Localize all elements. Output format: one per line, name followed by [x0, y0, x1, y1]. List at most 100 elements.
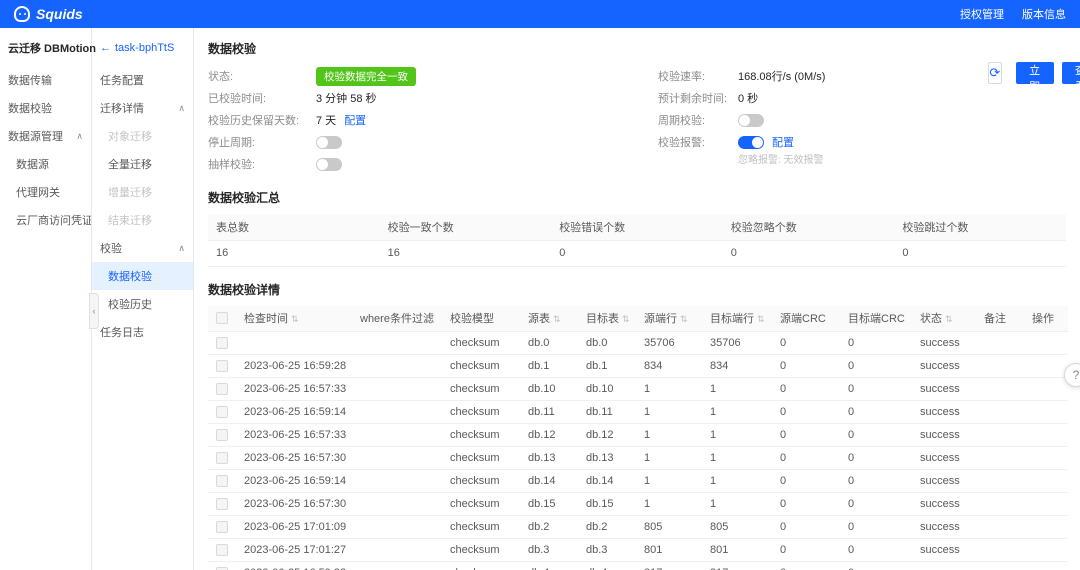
cell-source-crc: 0 [772, 515, 840, 539]
table-row: 2023-06-25 16:59:33checksumdb.4db.481781… [208, 561, 1068, 570]
cell-operation [1024, 423, 1068, 447]
task-name: task-bphTtS [115, 42, 175, 54]
summary-value-1: 16 [379, 240, 552, 267]
row-checkbox[interactable] [216, 360, 228, 373]
cell-check-time: 2023-06-25 16:57:33 [236, 423, 352, 447]
nav-item-cloud-credentials[interactable]: 云厂商访问凭证 [0, 206, 91, 234]
validate-now-button[interactable]: 立即校验 [1015, 62, 1054, 125]
cell-check-model: checksum [442, 331, 520, 355]
cell-check-model: checksum [442, 469, 520, 493]
nav-item-data-validation[interactable]: 数据校验 [0, 94, 91, 122]
nav-item-full-migration[interactable]: 全量迁移 [92, 150, 193, 178]
cell-check-time: 2023-06-25 17:01:27 [236, 538, 352, 562]
cell-source-table: db.14 [520, 469, 578, 493]
toggle-cycle-validation[interactable] [738, 113, 764, 127]
sort-icon[interactable]: ⇅ [553, 314, 561, 324]
nav-item-proxy-gateway[interactable]: 代理网关 [0, 178, 91, 206]
row-checkbox[interactable] [216, 544, 228, 557]
table-row: 2023-06-25 16:59:28 checksum db.1 db.1 834 83… [208, 354, 1068, 378]
topbar-link-auth[interactable]: 授权管理 [960, 6, 1004, 22]
summary-col-header-4: 校验跳过个数 [894, 214, 1066, 241]
cell-operation [1024, 492, 1068, 516]
cell-source-table: db.11 [520, 400, 578, 424]
nav-item-label: 数据传输 [8, 75, 52, 87]
sort-icon[interactable]: ⇅ [680, 314, 688, 324]
sidebar-collapse-handle[interactable]: ‹ [89, 293, 99, 329]
col-header-check-time[interactable]: 检查时间 ⇅ [236, 305, 352, 332]
view-log-button[interactable]: 查看日志 [1061, 62, 1080, 125]
row-checkbox[interactable] [216, 452, 228, 465]
cell-source-table: db.4 [520, 561, 578, 570]
cell-where-filter [352, 515, 442, 539]
row-checkbox[interactable] [216, 475, 228, 488]
sort-icon[interactable]: ⇅ [945, 314, 953, 324]
cell-where-filter [352, 492, 442, 516]
col-header-status[interactable]: 状态 ⇅ [912, 305, 976, 332]
refresh-button[interactable]: ⟳ [988, 62, 1002, 84]
row-checkbox[interactable] [216, 498, 228, 511]
sort-icon[interactable]: ⇅ [291, 314, 299, 324]
row-checkbox[interactable] [216, 383, 228, 396]
task-nav: 任务配置 迁移详情 ∧ 对象迁移 全量迁移 增量迁移 结束迁移 校验 ∧ 数据校验 校验历史 任务日志 [92, 66, 193, 346]
toggle-sampling-validation[interactable] [316, 157, 342, 171]
row-checkbox[interactable] [216, 337, 228, 350]
row-checkbox[interactable] [216, 429, 228, 442]
select-all-checkbox[interactable] [216, 312, 228, 325]
chevron-up-icon: ∧ [178, 242, 185, 253]
info-label-history-retention: 校验历史保留天数: [208, 115, 300, 127]
col-header-target-table[interactable]: 目标表 ⇅ [578, 305, 636, 332]
cell-target-rows: 1 [702, 400, 772, 424]
cell-where-filter [352, 331, 442, 355]
toggle-validation-alarm[interactable] [738, 135, 764, 149]
sort-icon[interactable]: ⇅ [622, 314, 630, 324]
summary-header-row: 表总数 校验一致个数 校验错误个数 校验忽略个数 校验跳过个数 [208, 214, 1066, 241]
cell-check-model: checksum [442, 423, 520, 447]
cell-target-crc: 0 [840, 469, 912, 493]
chevron-up-icon: ∧ [178, 102, 185, 113]
cell-target-crc: 0 [840, 446, 912, 470]
cell-source-table: db.15 [520, 492, 578, 516]
row-checkbox-cell [208, 561, 236, 570]
cell-source-rows: 35706 [636, 331, 702, 355]
row-checkbox[interactable] [216, 406, 228, 419]
cell-check-time: 2023-06-25 16:59:14 [236, 469, 352, 493]
col-header-label: 备注 [984, 313, 1006, 326]
nav-item-data-validation[interactable]: 数据校验 [92, 262, 193, 290]
cell-source-table: db.13 [520, 446, 578, 470]
page-title: 数据校验 [208, 42, 257, 56]
nav-item-data-transfer[interactable]: 数据传输 [0, 66, 91, 94]
sort-icon[interactable]: ⇅ [757, 314, 765, 324]
nav-item-task-config[interactable]: 任务配置 [92, 66, 193, 94]
row-checkbox[interactable] [216, 521, 228, 534]
nav-item-label: 云厂商访问凭证 [16, 215, 91, 227]
col-header-source-table[interactable]: 源表 ⇅ [520, 305, 578, 332]
configure-link-history-retention[interactable]: 配置 [344, 112, 366, 128]
cell-target-crc: 0 [840, 515, 912, 539]
cell-where-filter [352, 538, 442, 562]
nav-item-datasource[interactable]: 数据源 [0, 150, 91, 178]
col-header-label: where条件过滤 [360, 313, 434, 326]
task-operations-link[interactable]: ⚙ 任务操作 [988, 36, 1080, 52]
nav-item-label: 迁移详情 [100, 103, 144, 115]
topbar-link-version[interactable]: 版本信息 [1022, 6, 1066, 22]
info-label-stop-cycle: 停止周期: [208, 137, 256, 149]
nav-item-validation-history[interactable]: 校验历史 [92, 290, 193, 318]
info-label-remaining-time: 预计剩余时间: [658, 93, 728, 105]
col-header-target-rows[interactable]: 目标端行 ⇅ [702, 305, 772, 332]
cell-note [976, 561, 1024, 570]
nav-item-migration-detail[interactable]: 迁移详情 ∧ [92, 94, 193, 122]
row-checkbox-cell [208, 400, 236, 424]
configure-link-validation-alarm[interactable]: 配置 [772, 134, 794, 150]
nav-item-validation[interactable]: 校验 ∧ [92, 234, 193, 262]
row-checkbox-cell [208, 446, 236, 470]
cell-check-time: 2023-06-25 16:59:14 [236, 400, 352, 424]
toggle-stop-cycle[interactable] [316, 135, 342, 149]
col-header-source-rows[interactable]: 源端行 ⇅ [636, 305, 702, 332]
nav-item-datasource-mgmt[interactable]: 数据源管理 ∧ [0, 122, 91, 150]
row-checkbox-cell [208, 469, 236, 493]
nav-item-task-log[interactable]: 任务日志 [92, 318, 193, 346]
table-row: checksum db.0 db.0 35706 35706 0 0 success [208, 331, 1068, 355]
row-checkbox-cell [208, 354, 236, 378]
back-link[interactable]: ← task-bphTtS [92, 38, 193, 66]
table-row: 2023-06-25 17:01:27 checksum db.3 db.3 801 80… [208, 538, 1068, 562]
